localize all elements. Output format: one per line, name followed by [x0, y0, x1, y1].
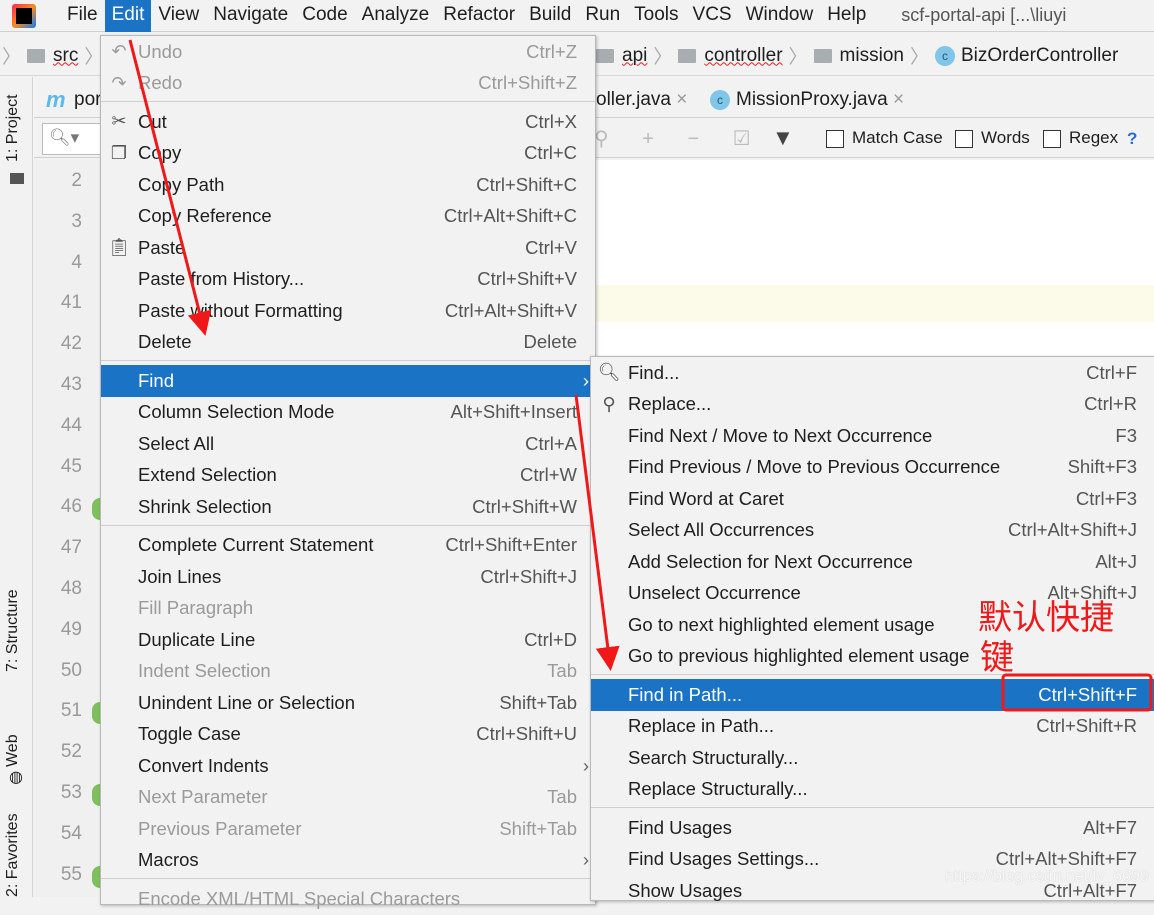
red-arrow — [128, 39, 212, 336]
highlight-box — [1001, 673, 1153, 712]
annotation-text: 默认快捷键 — [978, 598, 1114, 678]
watermark: https://blog.csdn.net/lv_6699 — [945, 868, 1149, 885]
annotation-overlay — [128, 39, 1153, 712]
red-arrow — [574, 394, 620, 671]
